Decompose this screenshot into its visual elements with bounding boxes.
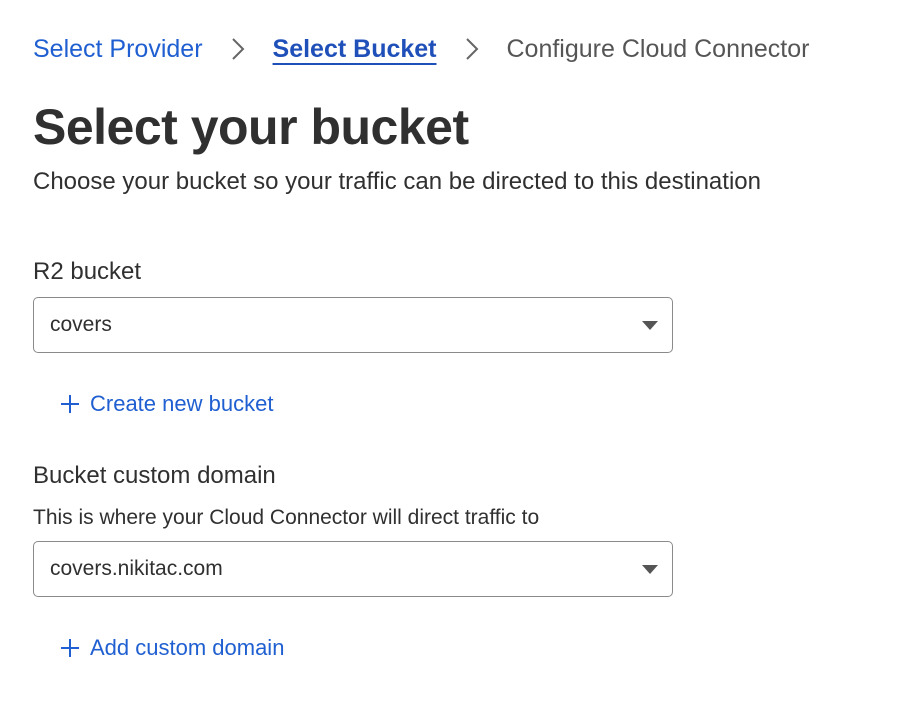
create-new-bucket-label: Create new bucket xyxy=(90,391,274,416)
custom-domain-select[interactable]: covers.nikitac.com xyxy=(33,541,673,597)
plus-icon xyxy=(60,394,80,414)
caret-down-icon xyxy=(642,564,658,574)
r2-bucket-label: R2 bucket xyxy=(33,258,142,285)
chevron-right-icon xyxy=(203,37,273,61)
custom-domain-select-value: covers.nikitac.com xyxy=(50,557,223,580)
bucket-custom-domain-description: This is where your Cloud Connector will … xyxy=(33,506,540,529)
chevron-right-icon xyxy=(437,37,507,61)
r2-bucket-select-value: covers xyxy=(50,313,112,336)
page: Select Provider Select Bucket Configure … xyxy=(0,0,914,718)
add-custom-domain-label: Add custom domain xyxy=(90,635,285,660)
bucket-custom-domain-label: Bucket custom domain xyxy=(33,462,276,489)
breadcrumb-select-provider[interactable]: Select Provider xyxy=(33,35,203,64)
breadcrumb: Select Provider Select Bucket Configure … xyxy=(33,30,809,68)
breadcrumb-configure-cloud-connector: Configure Cloud Connector xyxy=(506,34,810,63)
add-custom-domain-button[interactable]: Add custom domain xyxy=(60,635,284,661)
plus-icon xyxy=(60,638,80,658)
page-subtitle: Choose your bucket so your traffic can b… xyxy=(33,168,761,195)
breadcrumb-select-bucket: Select Bucket xyxy=(272,34,437,63)
r2-bucket-select[interactable]: covers xyxy=(33,297,673,353)
caret-down-icon xyxy=(642,320,658,330)
page-title: Select your bucket xyxy=(33,99,469,155)
create-new-bucket-button[interactable]: Create new bucket xyxy=(60,391,273,417)
